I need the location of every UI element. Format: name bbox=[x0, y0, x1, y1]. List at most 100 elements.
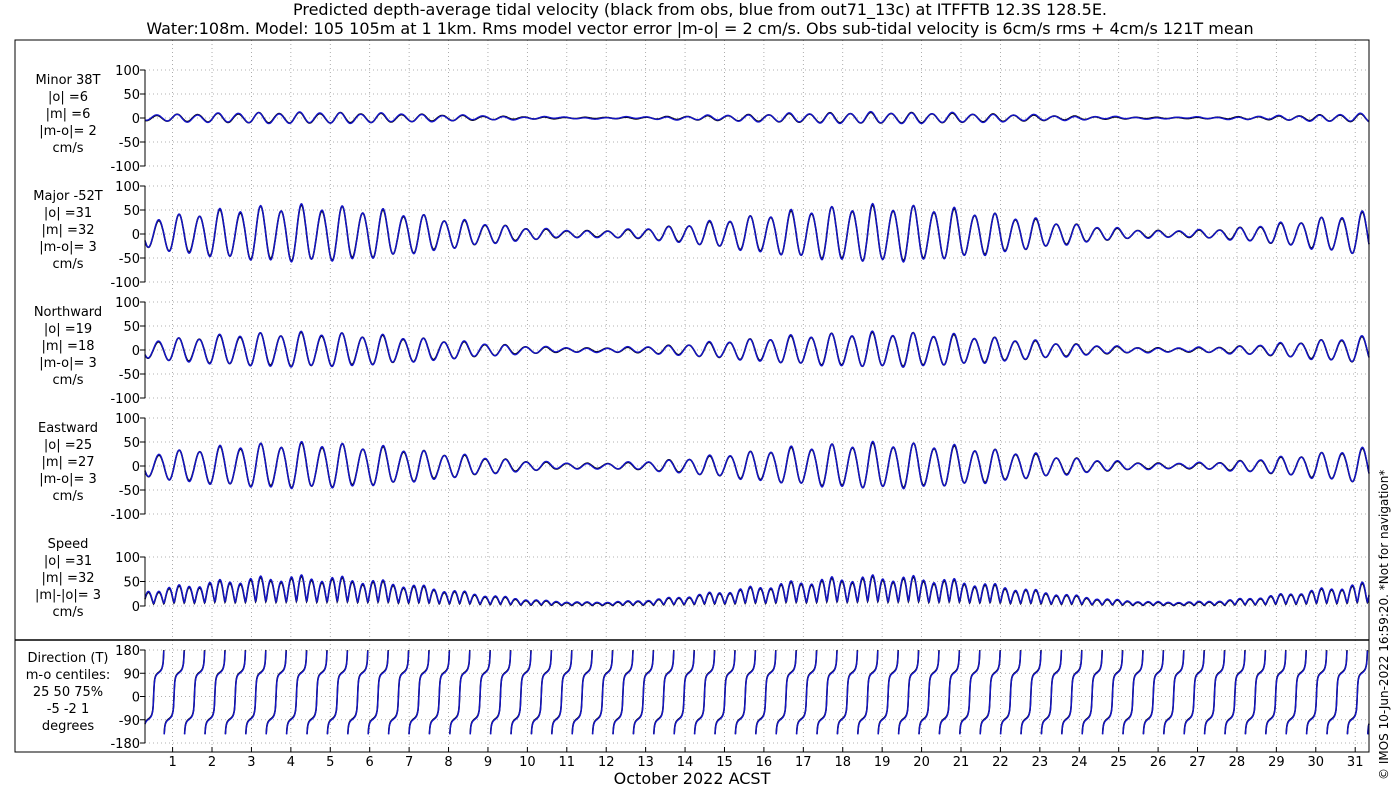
x-tick-label: 9 bbox=[484, 755, 492, 770]
x-tick-label: 18 bbox=[834, 755, 851, 770]
x-tick-label: 14 bbox=[677, 755, 694, 770]
panel-label-direction: 25 50 75% bbox=[33, 685, 103, 700]
series-obs-major bbox=[144, 204, 1370, 262]
y-tick-label: 100 bbox=[115, 551, 140, 566]
panel-label-northward: |o| =19 bbox=[44, 322, 92, 337]
y-tick-label: -50 bbox=[119, 252, 140, 267]
x-tick-label: 23 bbox=[1032, 755, 1049, 770]
panel-label-speed: |m| =32 bbox=[42, 571, 95, 586]
y-tick-label: 0 bbox=[132, 460, 140, 475]
y-tick-label: 100 bbox=[115, 296, 140, 311]
panel-label-major: |m| =32 bbox=[42, 223, 95, 238]
x-tick-label: 31 bbox=[1347, 755, 1364, 770]
x-tick-label: 16 bbox=[756, 755, 773, 770]
y-tick-label: -50 bbox=[119, 484, 140, 499]
y-tick-label: 0 bbox=[132, 600, 140, 615]
y-tick-label: 0 bbox=[132, 228, 140, 243]
panel-label-major: cm/s bbox=[53, 257, 84, 272]
x-tick-label: 28 bbox=[1229, 755, 1246, 770]
x-axis-label: October 2022 ACST bbox=[614, 769, 771, 788]
panel-label-speed: |m|-|o|= 3 bbox=[35, 588, 101, 603]
x-tick-label: 26 bbox=[1150, 755, 1167, 770]
credit-text: © IMOS 10-Jun-2022 16:59:20. *Not for na… bbox=[1377, 470, 1391, 780]
x-tick-label: 21 bbox=[953, 755, 970, 770]
panel-label-minor: |m| =6 bbox=[46, 107, 91, 122]
panel-label-northward: |m-o|= 3 bbox=[39, 356, 97, 371]
panel-label-direction: Direction (T) bbox=[28, 651, 109, 666]
x-tick-label: 4 bbox=[287, 755, 295, 770]
panel-label-major: |m-o|= 3 bbox=[39, 240, 97, 255]
grid-layer bbox=[145, 40, 1369, 752]
series-obs-eastward bbox=[144, 441, 1370, 489]
y-tick-label: 0 bbox=[132, 112, 140, 127]
y-tick-label: 100 bbox=[115, 64, 140, 79]
panel-label-direction: -5 -2 1 bbox=[47, 702, 89, 717]
x-tick-label: 13 bbox=[637, 755, 654, 770]
x-tick-label: 15 bbox=[716, 755, 733, 770]
y-tick-label: 50 bbox=[123, 576, 140, 591]
x-tick-label: 22 bbox=[992, 755, 1009, 770]
x-tick-label: 6 bbox=[366, 755, 374, 770]
x-tick-label: 24 bbox=[1071, 755, 1088, 770]
panel-label-minor: cm/s bbox=[53, 141, 84, 156]
series-model-northward bbox=[144, 330, 1370, 368]
y-tick-label: 100 bbox=[115, 180, 140, 195]
data-layer bbox=[144, 110, 1370, 735]
y-tick-label: -100 bbox=[110, 160, 140, 175]
y-tick-label: -50 bbox=[119, 136, 140, 151]
x-tick-label: 12 bbox=[598, 755, 615, 770]
x-tick-label: 27 bbox=[1189, 755, 1206, 770]
panel-label-northward: Northward bbox=[34, 305, 102, 320]
y-tick-label: 50 bbox=[123, 320, 140, 335]
y-tick-label: 180 bbox=[115, 644, 140, 659]
y-tick-label: 100 bbox=[115, 412, 140, 427]
panel-label-northward: cm/s bbox=[53, 373, 84, 388]
y-tick-label: 50 bbox=[123, 436, 140, 451]
y-tick-label: 50 bbox=[123, 88, 140, 103]
x-tick-label: 5 bbox=[326, 755, 334, 770]
panel-label-northward: |m| =18 bbox=[42, 339, 95, 354]
y-tick-label: 90 bbox=[123, 667, 140, 682]
y-tick-label: 50 bbox=[123, 204, 140, 219]
x-tick-label: 17 bbox=[795, 755, 812, 770]
x-tick-label: 29 bbox=[1268, 755, 1285, 770]
panel-label-direction: degrees bbox=[42, 719, 95, 734]
y-tick-label: -180 bbox=[110, 737, 140, 752]
frame-layer bbox=[14, 39, 1370, 753]
y-tick-label: -90 bbox=[119, 714, 140, 729]
y-tick-label: -100 bbox=[110, 508, 140, 523]
x-tick-label: 2 bbox=[208, 755, 216, 770]
x-tick-label: 25 bbox=[1110, 755, 1127, 770]
y-tick-label: 0 bbox=[132, 691, 140, 706]
panel-label-major: |o| =31 bbox=[44, 206, 92, 221]
series-obs-direction bbox=[144, 650, 1370, 734]
panel-label-minor: Minor 38T bbox=[36, 73, 101, 88]
panel-label-speed: Speed bbox=[48, 537, 89, 552]
x-tick-label: 20 bbox=[913, 755, 930, 770]
outer-frame bbox=[14, 39, 1370, 753]
panel-label-eastward: cm/s bbox=[53, 489, 84, 504]
x-tick-label: 8 bbox=[444, 755, 452, 770]
panel-label-eastward: |o| =25 bbox=[44, 438, 92, 453]
y-tick-label: -100 bbox=[110, 392, 140, 407]
y-tick-label: -100 bbox=[110, 276, 140, 291]
x-tick-label: 19 bbox=[874, 755, 891, 770]
x-tick-label: 3 bbox=[247, 755, 255, 770]
x-tick-label: 10 bbox=[519, 755, 536, 770]
panel-label-minor: |o| =6 bbox=[48, 90, 88, 105]
series-model-eastward bbox=[144, 440, 1370, 490]
tidal-velocity-chart: 1 2 3 4 5 6 7 8 9 10 11 12 13 14 15 16 17 18 19 20 21 22 23 24 2… bbox=[14, 39, 1391, 788]
x-tick-label: 7 bbox=[405, 755, 413, 770]
series-model-major bbox=[144, 202, 1370, 263]
x-tick-label: 11 bbox=[559, 755, 576, 770]
panel-label-major: Major -52T bbox=[33, 189, 102, 204]
panel-label-speed: cm/s bbox=[53, 605, 84, 620]
panel-label-direction: m-o centiles: bbox=[26, 668, 111, 683]
panel-label-minor: |m-o|= 2 bbox=[39, 124, 97, 139]
x-tick-label: 30 bbox=[1308, 755, 1325, 770]
panel-label-speed: |o| =31 bbox=[44, 554, 92, 569]
panel-label-eastward: |m-o|= 3 bbox=[39, 472, 97, 487]
y-tick-label: 0 bbox=[132, 344, 140, 359]
panel-label-eastward: |m| =27 bbox=[42, 455, 95, 470]
x-tick-label: 1 bbox=[168, 755, 176, 770]
